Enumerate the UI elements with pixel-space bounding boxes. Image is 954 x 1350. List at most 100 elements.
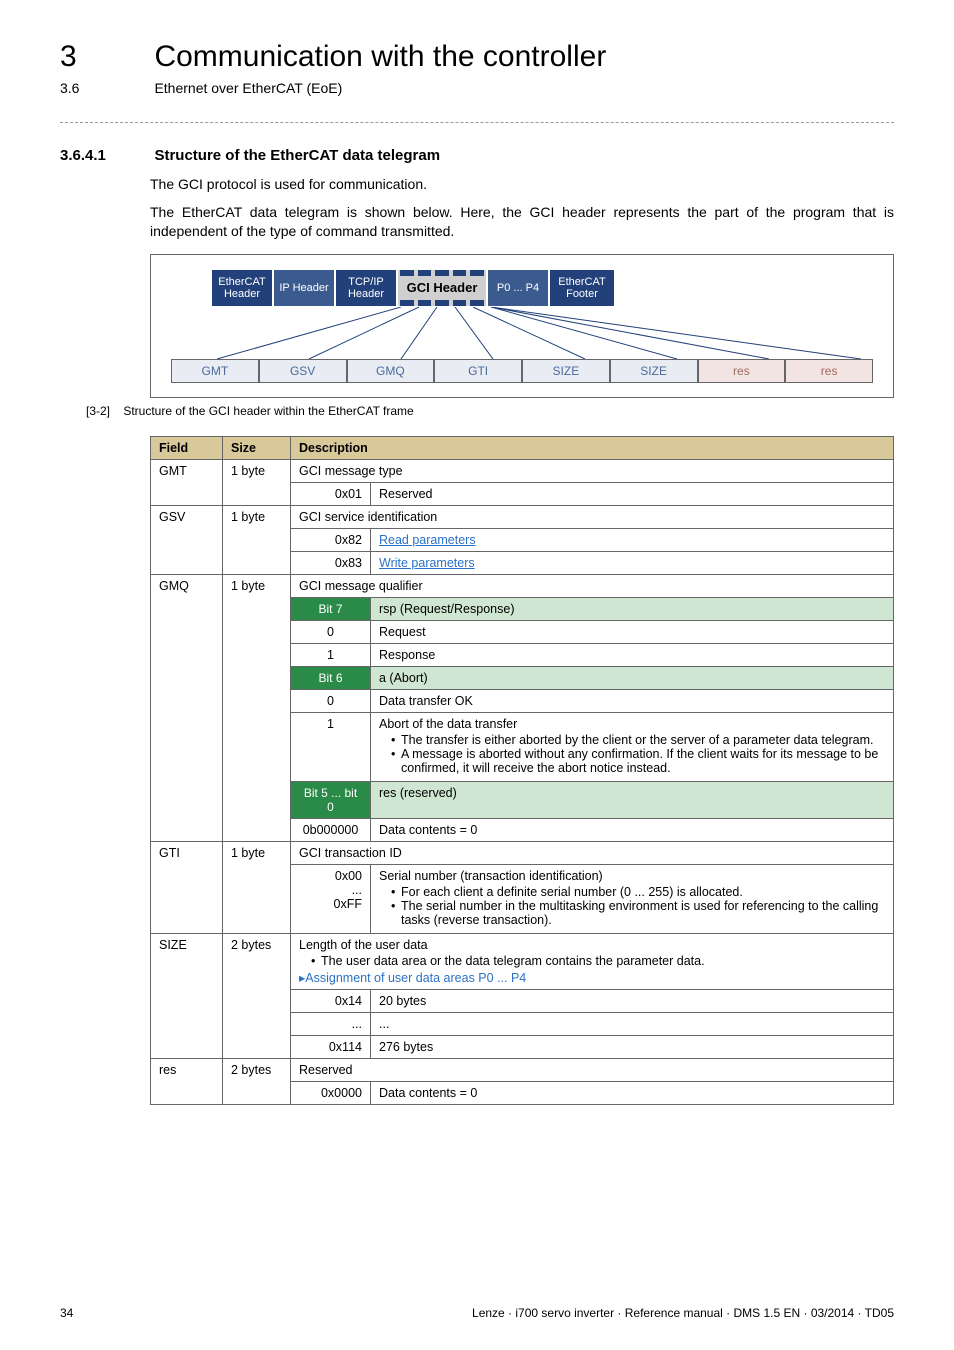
list-item: A message is aborted without any confirm… [391, 747, 885, 775]
cell-value: 0x01 [291, 482, 371, 505]
col-size: Size [223, 436, 291, 459]
section-title: Ethernet over EtherCAT (EoE) [154, 80, 342, 96]
table-row: GMT 1 byte GCI message type [151, 459, 894, 482]
ip-header-box: IP Header [273, 269, 335, 307]
cell-field: res [151, 1058, 223, 1104]
caption-text: Structure of the GCI header within the E… [123, 404, 413, 418]
cell-field: GMT [151, 459, 223, 505]
gci-header-label: GCI Header [407, 281, 478, 295]
cell-text: Serial number (transaction identificatio… [371, 864, 894, 933]
table-row: SIZE 2 bytes Length of the user data The… [151, 933, 894, 989]
gci-fields-row: GMT GSV GMQ GTI SIZE SIZE res res [171, 359, 873, 383]
field-size: SIZE [522, 359, 610, 383]
cell-size: 1 byte [223, 505, 291, 574]
cell-text: 276 bytes [371, 1035, 894, 1058]
cell-desc: GCI service identification [291, 505, 894, 528]
cell-desc: GCI transaction ID [291, 841, 894, 864]
ethercat-footer-box: EtherCATFooter [549, 269, 615, 307]
gci-header-box: GCI Header [397, 269, 487, 307]
chapter-number: 3 [60, 40, 150, 74]
spec-table: Field Size Description GMT 1 byte GCI me… [150, 436, 894, 1105]
cell-size: 1 byte [223, 574, 291, 841]
cell-text: Data contents = 0 [371, 818, 894, 841]
cell-value: 0 [291, 620, 371, 643]
cell-size: 1 byte [223, 459, 291, 505]
col-field: Field [151, 436, 223, 459]
val-0xff: 0xFF [299, 897, 362, 911]
cell-text: Data contents = 0 [371, 1081, 894, 1104]
serial-title: Serial number (transaction identificatio… [379, 869, 603, 883]
read-parameters-link[interactable]: Read parameters [379, 533, 476, 547]
val-0x00: 0x00 [299, 869, 362, 883]
list-item: The serial number in the multitasking en… [391, 899, 885, 927]
page-number: 34 [60, 1306, 73, 1320]
cell-size: 2 bytes [223, 1058, 291, 1104]
cell-link: Read parameters [371, 528, 894, 551]
cell-value: 0b000000 [291, 818, 371, 841]
size-desc: Length of the user data [299, 938, 428, 952]
cell-size: 1 byte [223, 841, 291, 933]
cell-field: SIZE [151, 933, 223, 1058]
subsection-title: Structure of the EtherCAT data telegram [154, 147, 440, 164]
cell-value: 0x83 [291, 551, 371, 574]
list-item: The user data area or the data telegram … [311, 954, 885, 968]
subsection-header: 3.6.4.1 Structure of the EtherCAT data t… [60, 147, 894, 165]
list-item: The transfer is either aborted by the cl… [391, 733, 885, 747]
chapter-header: 3 Communication with the controller [60, 40, 894, 74]
cell-desc: Reserved [291, 1058, 894, 1081]
cell-value: 0 [291, 689, 371, 712]
connector-lines [171, 307, 873, 359]
cell-value: 0x0000 [291, 1081, 371, 1104]
cell-value: 0x82 [291, 528, 371, 551]
caption-tag: [3-2] [60, 404, 110, 418]
cell-field: GSV [151, 505, 223, 574]
abort-bullets: The transfer is either aborted by the cl… [391, 733, 885, 775]
bit6-desc: a (Abort) [371, 666, 894, 689]
bit7-header: Bit 7 [291, 597, 371, 620]
chapter-title: Communication with the controller [154, 40, 606, 74]
field-gmt: GMT [171, 359, 259, 383]
cell-text: Reserved [371, 482, 894, 505]
page-footer: 34 Lenze · i700 servo inverter · Referen… [60, 1306, 894, 1320]
divider [60, 122, 894, 123]
cell-value: ... [291, 1012, 371, 1035]
cell-text: Abort of the data transfer The transfer … [371, 712, 894, 781]
field-gmq: GMQ [347, 359, 435, 383]
field-size-2: SIZE [610, 359, 698, 383]
bit5-0-header: Bit 5 ... bit 0 [291, 781, 371, 818]
field-gsv: GSV [259, 359, 347, 383]
table-row: res 2 bytes Reserved [151, 1058, 894, 1081]
paragraph: The EtherCAT data telegram is shown belo… [150, 203, 894, 242]
cell-text: Response [371, 643, 894, 666]
body-text: The GCI protocol is used for communicati… [150, 175, 894, 242]
table-header-row: Field Size Description [151, 436, 894, 459]
cell-field: GTI [151, 841, 223, 933]
cell-text: Data transfer OK [371, 689, 894, 712]
telegram-diagram: EtherCATHeader IP Header TCP/IPHeader GC… [150, 254, 894, 398]
cell-value: 0x114 [291, 1035, 371, 1058]
list-item: For each client a definite serial number… [391, 885, 885, 899]
serial-bullets: For each client a definite serial number… [391, 885, 885, 927]
figure-caption: [3-2] Structure of the GCI header within… [60, 404, 894, 418]
col-desc: Description [291, 436, 894, 459]
cell-value: 1 [291, 643, 371, 666]
ethercat-header-box: EtherCATHeader [211, 269, 273, 307]
cell-text: Request [371, 620, 894, 643]
write-parameters-link[interactable]: Write parameters [379, 556, 475, 570]
cell-link: Write parameters [371, 551, 894, 574]
cell-desc: GCI message type [291, 459, 894, 482]
paragraph: The GCI protocol is used for communicati… [150, 175, 894, 195]
cell-desc: GCI message qualifier [291, 574, 894, 597]
table-row: GMQ 1 byte GCI message qualifier [151, 574, 894, 597]
size-bullets: The user data area or the data telegram … [311, 954, 885, 968]
p0-p4-box: P0 ... P4 [487, 269, 549, 307]
table-row: GSV 1 byte GCI service identification [151, 505, 894, 528]
bit6-header: Bit 6 [291, 666, 371, 689]
cell-field: GMQ [151, 574, 223, 841]
field-gti: GTI [434, 359, 522, 383]
cell-text: 20 bytes [371, 989, 894, 1012]
cell-value: 0x14 [291, 989, 371, 1012]
assignment-link[interactable]: Assignment of user data areas P0 ... P4 [299, 971, 526, 985]
bit7-desc: rsp (Request/Response) [371, 597, 894, 620]
frame-row: EtherCATHeader IP Header TCP/IPHeader GC… [211, 269, 873, 307]
